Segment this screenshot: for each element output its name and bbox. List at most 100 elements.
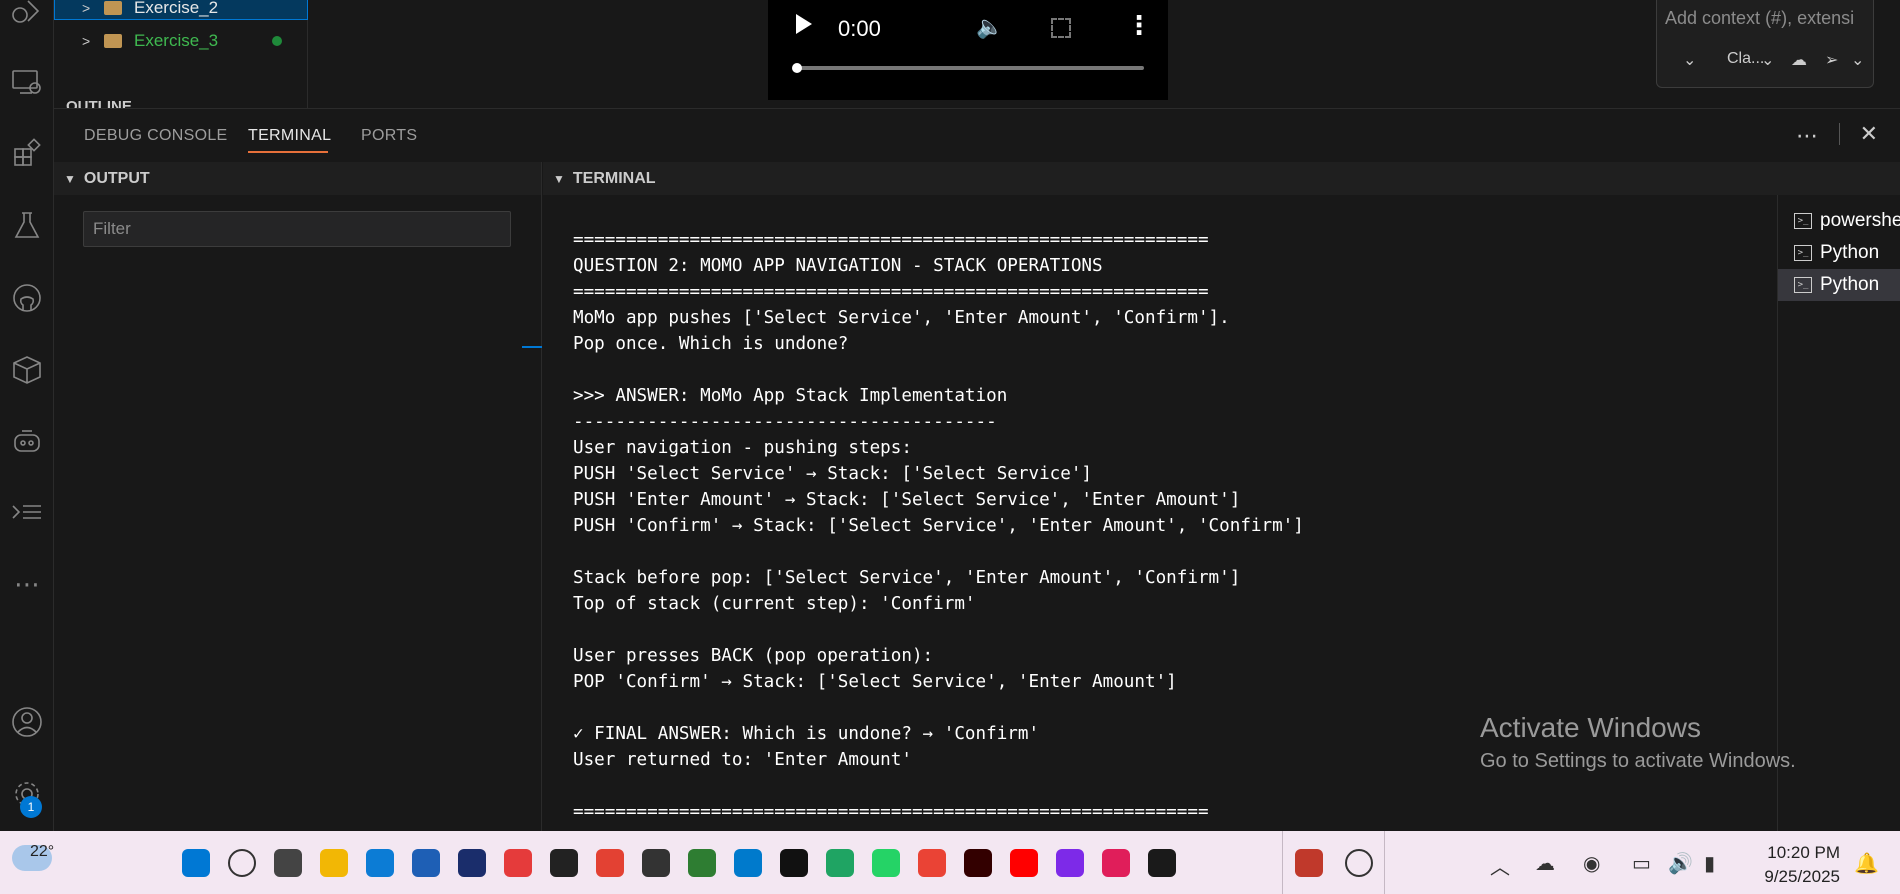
search-icon[interactable]: [228, 849, 256, 877]
chevron-up-icon[interactable]: ︿: [1490, 851, 1510, 880]
chevron-down-icon: ▼: [553, 171, 565, 186]
battery-icon[interactable]: ▮: [1704, 851, 1715, 876]
canva-icon[interactable]: [1056, 849, 1084, 877]
terminal-section-header[interactable]: ▼ TERMINAL: [543, 162, 1900, 195]
terminal-line: Stack before pop: ['Select Service', 'En…: [573, 568, 1241, 588]
terminal-instance-powershell[interactable]: >_ powershell: [1778, 205, 1900, 237]
task-view-icon[interactable]: [274, 849, 302, 877]
more-views-icon[interactable]: ⋯: [0, 560, 54, 608]
alu-icon[interactable]: [458, 849, 486, 877]
vscode-icon[interactable]: [734, 849, 762, 877]
notifications-icon[interactable]: 🔔: [1854, 851, 1879, 876]
chevron-right-icon: >: [82, 0, 91, 16]
cloud-icon[interactable]: ☁: [1791, 50, 1807, 70]
whatsapp-icon[interactable]: [872, 849, 900, 877]
tab-debug-console[interactable]: DEBUG CONSOLE: [84, 127, 228, 145]
terminal-line: MoMo app pushes ['Select Service', 'Ente…: [573, 308, 1230, 328]
output-title: OUTPUT: [83, 169, 150, 187]
testing-icon[interactable]: [0, 202, 54, 250]
terminal-line: Pop once. Which is undone?: [573, 334, 849, 354]
terminal-line: ========================================…: [573, 230, 1209, 250]
youtube-icon[interactable]: [1010, 849, 1038, 877]
terminal-line: PUSH 'Select Service' → Stack: ['Select …: [573, 464, 1093, 484]
output-filter-input[interactable]: Filter: [83, 211, 511, 247]
terminal-instance-python[interactable]: >_ Python: [1778, 237, 1900, 269]
video-progress-knob[interactable]: [792, 63, 802, 73]
extensions-icon[interactable]: [0, 130, 54, 178]
google-drive-icon[interactable]: [826, 849, 854, 877]
terminal-line: ========================================…: [573, 802, 1209, 822]
file-explorer-icon[interactable]: [320, 849, 348, 877]
notification-badge: 1: [20, 796, 42, 818]
divider: [1384, 831, 1385, 894]
volume-icon[interactable]: 🔈: [976, 14, 1003, 40]
edge-icon[interactable]: [366, 849, 394, 877]
activity-bar: ⋯ 1: [0, 0, 54, 831]
modified-dot-icon: [272, 36, 282, 46]
containers-icon[interactable]: [0, 346, 54, 394]
watermark-title: Activate Windows: [1480, 712, 1701, 743]
tree-item-exercise-2[interactable]: > Exercise_2: [54, 0, 308, 20]
alx-icon[interactable]: [642, 849, 670, 877]
terminal-line: User navigation - pushing steps:: [573, 438, 912, 458]
accounts-icon[interactable]: [0, 698, 54, 746]
divider: [1839, 123, 1840, 145]
display-icon[interactable]: ▭: [1632, 851, 1651, 876]
folder-icon: [104, 34, 122, 48]
terminal-line: >>> ANSWER: MoMo App Stack Implementatio…: [573, 386, 1008, 406]
chevron-right-icon: >: [82, 33, 91, 49]
terminal-instance-label: Python: [1820, 274, 1880, 295]
play-icon[interactable]: [796, 14, 812, 34]
outline-list-icon[interactable]: [0, 490, 54, 538]
more-options-icon[interactable]: ⋮: [1126, 10, 1152, 41]
github-icon[interactable]: [0, 274, 54, 322]
terminal-line: QUESTION 2: MOMO APP NAVIGATION - STACK …: [573, 256, 1103, 276]
chevron-down-icon[interactable]: ⌄: [1851, 50, 1864, 70]
remote-explorer-icon[interactable]: [0, 58, 54, 106]
chat-input[interactable]: Add context (#), extensi: [1665, 8, 1871, 29]
model-picker[interactable]: Cla...: [1727, 50, 1764, 68]
watermark-subtitle: Go to Settings to activate Windows.: [1480, 750, 1796, 772]
volume-icon[interactable]: 🔊: [1668, 851, 1693, 876]
app-tray-icon[interactable]: ◉: [1583, 851, 1600, 876]
terminal-line: User returned to: 'Enter Amount': [573, 750, 912, 770]
output-section-header[interactable]: ▼ OUTPUT: [54, 162, 542, 195]
run-debug-icon[interactable]: [0, 0, 54, 36]
chevron-down-icon[interactable]: ⌄: [1683, 50, 1696, 70]
chrome-icon[interactable]: [596, 849, 624, 877]
tab-ports[interactable]: PORTS: [361, 127, 417, 145]
illustrator-icon[interactable]: [964, 849, 992, 877]
video-progress-track[interactable]: [794, 66, 1144, 70]
close-panel-icon[interactable]: ✕: [1860, 121, 1878, 147]
start-icon[interactable]: [182, 849, 210, 877]
chat-input-box: Add context (#), extensi ⌄ Cla... ⌄ ☁ ➢ …: [1656, 0, 1874, 88]
more-actions-icon[interactable]: ⋯: [1796, 123, 1818, 149]
snipping-tool-icon[interactable]: [1295, 849, 1323, 877]
onedrive-icon[interactable]: ☁: [1535, 851, 1555, 876]
terminal-line: ✓ FINAL ANSWER: Which is undone? → 'Conf…: [573, 724, 1040, 744]
heart-app-icon[interactable]: [504, 849, 532, 877]
folder-icon: [104, 1, 122, 15]
alx-app-icon[interactable]: [1148, 849, 1176, 877]
terminal-instance-label: powershell: [1820, 210, 1900, 231]
w3schools-icon[interactable]: [688, 849, 716, 877]
more-icon[interactable]: [1345, 849, 1373, 877]
clock[interactable]: 10:20 PM 9/25/2025: [1744, 841, 1840, 889]
tree-item-exercise-3[interactable]: > Exercise_3: [54, 29, 308, 53]
terminal-icon: >_: [1794, 245, 1812, 261]
fullscreen-icon[interactable]: [1051, 18, 1071, 38]
terminal-line: Top of stack (current step): 'Confirm': [573, 594, 976, 614]
send-icon[interactable]: ➢: [1825, 50, 1838, 70]
vscode-window: ⋯ 1 > Exercise_2 > Exercise_3 OUTLINE 0:…: [0, 0, 1900, 894]
copilot-icon[interactable]: [0, 418, 54, 466]
x-icon[interactable]: [780, 849, 808, 877]
chevron-down-icon[interactable]: ⌄: [1761, 50, 1774, 70]
tab-terminal[interactable]: TERMINAL: [248, 127, 331, 145]
clock-date: 9/25/2025: [1764, 867, 1840, 886]
store-icon[interactable]: [412, 849, 440, 877]
terminal-instance-python-active[interactable]: >_ Python: [1778, 269, 1900, 301]
output-body: Filter: [54, 195, 542, 832]
slack-icon[interactable]: [1102, 849, 1130, 877]
github-icon[interactable]: [550, 849, 578, 877]
gmail-icon[interactable]: [918, 849, 946, 877]
